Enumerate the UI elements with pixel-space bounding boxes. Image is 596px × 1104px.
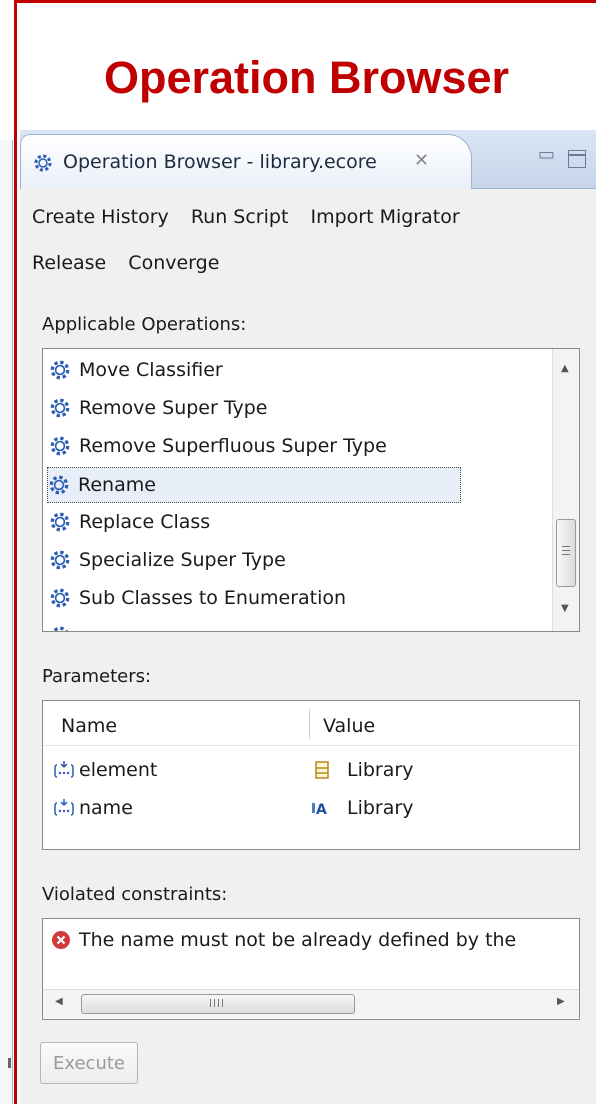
param-name-cell: name: [53, 797, 133, 819]
gear-icon: [50, 360, 70, 380]
svg-text:A: A: [316, 802, 327, 818]
header-divider: [43, 745, 579, 746]
tab-label: Operation Browser - library.ecore: [63, 151, 377, 173]
param-value-cell[interactable]: Library: [311, 759, 413, 781]
create-history-button[interactable]: Create History: [32, 206, 169, 228]
class-icon: [315, 761, 329, 779]
scroll-thumb[interactable]: [556, 519, 576, 587]
list-item-selected[interactable]: Rename: [47, 467, 461, 503]
applicable-operations-label: Applicable Operations:: [42, 314, 247, 335]
list-item[interactable]: Sub Classes to Enumeration: [49, 581, 346, 615]
slide-frame-left: [14, 0, 17, 1104]
parameter-icon: [54, 799, 74, 816]
parameters-table: Name Value element Library name A Librar…: [42, 700, 580, 850]
list-item-label: Replace Class: [79, 511, 211, 533]
error-icon: [52, 931, 70, 949]
list-item-label: Remove Super Type: [79, 397, 268, 419]
list-item-label: Move Classifier: [79, 359, 223, 381]
scroll-thumb[interactable]: [81, 994, 355, 1014]
execute-button[interactable]: Execute: [40, 1042, 138, 1084]
operation-browser-view: Operation Browser - library.ecore ✕ ▭ Cr…: [20, 130, 596, 1104]
list-item-label: Rename: [78, 474, 156, 496]
column-header-name[interactable]: Name: [61, 715, 117, 737]
param-value: Library: [347, 797, 414, 819]
view-tab-bar: Operation Browser - library.ecore ✕ ▭: [20, 130, 596, 189]
param-name: name: [79, 797, 133, 819]
violated-constraints-label: Violated constraints:: [42, 884, 228, 905]
list-item[interactable]: Remove Superfluous Super Type: [49, 429, 387, 463]
tab-operation-browser[interactable]: Operation Browser - library.ecore ✕: [20, 134, 472, 189]
list-item[interactable]: Replace Class: [49, 505, 210, 539]
param-name-cell: element: [53, 759, 157, 781]
gear-icon: [50, 550, 70, 570]
param-name: element: [79, 759, 158, 781]
gear-icon: [34, 154, 52, 172]
grip-icon: [562, 546, 570, 558]
list-item[interactable]: The name must not be already defined by …: [51, 929, 516, 951]
close-icon[interactable]: ✕: [414, 150, 429, 171]
parameters-label: Parameters:: [42, 666, 152, 687]
toolbar-row-1: Create History Run Script Import Migrato…: [32, 206, 476, 228]
list-item-partial[interactable]: [49, 619, 79, 631]
param-value-cell[interactable]: A Library: [311, 797, 413, 819]
column-header-value[interactable]: Value: [323, 715, 375, 737]
parameter-icon: [54, 761, 74, 778]
list-item-label: Specialize Super Type: [79, 549, 286, 571]
toolbar-row-2: Release Converge: [32, 252, 235, 274]
gear-icon: [52, 626, 68, 631]
gear-icon: [50, 398, 70, 418]
list-item[interactable]: Remove Super Type: [49, 391, 268, 425]
gear-icon: [50, 436, 70, 456]
list-item[interactable]: Move Classifier: [49, 353, 223, 387]
table-row[interactable]: element Library: [43, 755, 579, 789]
converge-button[interactable]: Converge: [128, 252, 219, 274]
scroll-right-icon[interactable]: ▶: [557, 996, 565, 1007]
list-item[interactable]: Specialize Super Type: [49, 543, 286, 577]
operations-list[interactable]: Move Classifier Remove Super Type Remove…: [42, 348, 580, 632]
adjacent-panel-marker: [8, 1058, 11, 1068]
string-value-icon: A: [312, 802, 327, 818]
grip-icon: [210, 999, 224, 1007]
release-button[interactable]: Release: [32, 252, 106, 274]
maximize-icon[interactable]: [568, 150, 586, 168]
minimize-icon[interactable]: ▭: [538, 144, 555, 165]
slide-title: Operation Browser: [103, 52, 510, 103]
list-item-label: Sub Classes to Enumeration: [79, 587, 347, 609]
column-divider[interactable]: [309, 709, 310, 739]
slide-frame-top: [14, 0, 596, 3]
violation-text: The name must not be already defined by …: [79, 929, 517, 951]
scroll-up-icon[interactable]: ▲: [561, 363, 569, 374]
gear-icon: [49, 475, 69, 495]
scroll-left-icon[interactable]: ◀: [55, 996, 63, 1007]
run-script-button[interactable]: Run Script: [191, 206, 289, 228]
violations-list[interactable]: The name must not be already defined by …: [42, 918, 580, 1020]
param-value: Library: [347, 759, 414, 781]
adjacent-panel-edge: [0, 140, 13, 1104]
operations-scrollbar[interactable]: ▲ ▼: [552, 349, 579, 631]
gear-icon: [50, 512, 70, 532]
violations-scrollbar[interactable]: ◀ ▶: [43, 989, 579, 1018]
list-item-label: Remove Superfluous Super Type: [79, 435, 387, 457]
import-migrator-button[interactable]: Import Migrator: [310, 206, 459, 228]
gear-icon: [50, 588, 70, 608]
table-row[interactable]: name A Library: [43, 793, 579, 827]
scroll-down-icon[interactable]: ▼: [561, 603, 569, 614]
